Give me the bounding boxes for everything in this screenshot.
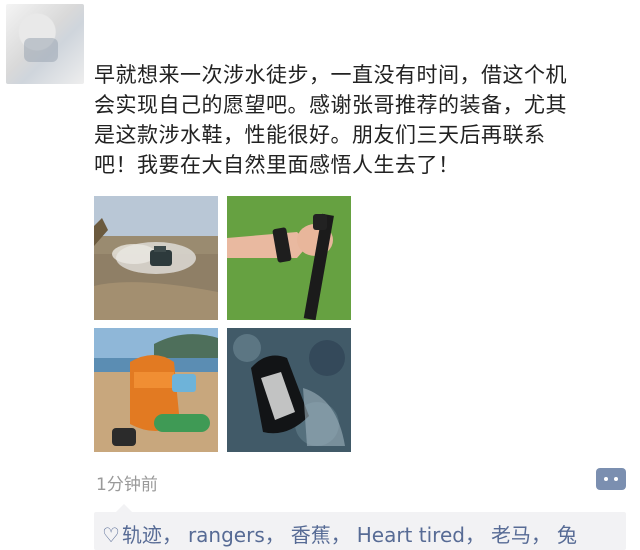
like-name[interactable]: 香蕉 [291, 523, 331, 547]
like-name[interactable]: rangers [188, 523, 265, 547]
post-text-line: 是这款涉水鞋，性能很好。朋友们三天后再联系 [94, 123, 546, 147]
like-name[interactable]: 兔 [557, 523, 577, 547]
post-text-line: 会实现自己的愿望吧。感谢张哥推荐的装备，尤其 [94, 93, 567, 117]
photo-backpack[interactable] [94, 328, 218, 452]
separator: ， [464, 523, 485, 547]
likes-panel: ♡ 轨迹， rangers， 香蕉， Heart tired， 老马，兔 [94, 504, 626, 550]
comment-icon[interactable] [596, 468, 626, 490]
post-text-line: 早就想来一次涉水徒步，一直没有时间，借这个机 [94, 63, 567, 87]
photo-trekking-pole[interactable] [227, 196, 351, 320]
photo-vehicle-water[interactable] [94, 196, 218, 320]
like-name[interactable]: 轨迹 [122, 523, 162, 547]
post-time: 1分钟前 [96, 475, 158, 495]
like-name[interactable]: Heart tired [357, 523, 465, 547]
avatar[interactable] [6, 4, 84, 84]
post-text: 早就想来一次涉水徒步，一直没有时间，借这个机 会实现自己的愿望吧。感谢张哥推荐的… [94, 60, 614, 180]
post-text-line: 吧！我要在大自然里面感悟人生去了！ [94, 153, 460, 177]
heart-outline-icon: ♡ [102, 523, 120, 547]
like-name[interactable]: 老马 [491, 523, 531, 547]
likes-list: ♡ 轨迹， rangers， 香蕉， Heart tired， 老马，兔 [102, 519, 577, 548]
separator: ， [530, 523, 551, 547]
separator: ， [330, 523, 351, 547]
separator: ， [264, 523, 285, 547]
separator: ， [161, 523, 182, 547]
photo-water-shoe[interactable] [227, 328, 351, 452]
